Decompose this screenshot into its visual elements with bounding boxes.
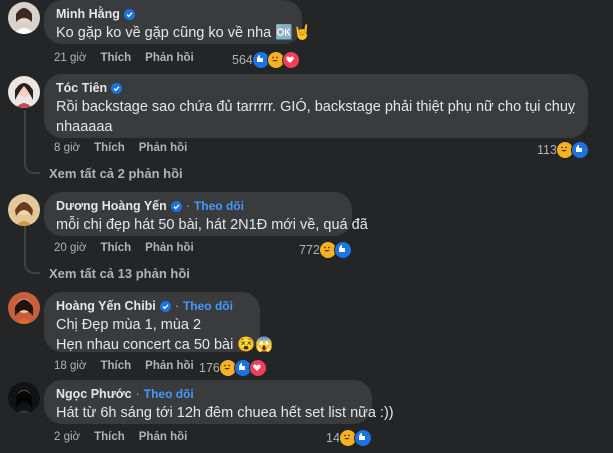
verified-icon — [111, 82, 123, 94]
comment-time[interactable]: 8 giờ — [54, 142, 80, 154]
comment-time[interactable]: 18 giờ — [54, 360, 86, 372]
comment-meta: 2 giờ Thích Phản hồi — [54, 431, 201, 443]
comment-text: Hát từ 6h sáng tới 12h đêm chuea hết set… — [56, 405, 394, 421]
reaction-summary[interactable]: 564 — [232, 51, 300, 69]
comment-author[interactable]: Minh Hằng — [56, 7, 120, 21]
reply-button[interactable]: Phản hồi — [145, 52, 194, 64]
reaction-count: 772 — [299, 243, 320, 257]
comment-meta: 18 giờ Thích Phản hồi — [54, 360, 208, 372]
avatar[interactable] — [8, 194, 40, 226]
avatar[interactable] — [8, 76, 40, 108]
like-button[interactable]: Thích — [100, 360, 131, 372]
reply-button[interactable]: Phản hồi — [139, 431, 188, 443]
comment-bubble: Ngọc Phước · Theo dõi Hát từ 6h sáng tới… — [44, 380, 394, 424]
like-button[interactable]: Thích — [94, 142, 125, 154]
separator-dot: · — [135, 387, 140, 401]
comment-meta: 20 giờ Thích Phản hồi — [54, 242, 208, 254]
avatar[interactable] — [8, 292, 40, 324]
comment-text: Chị Đẹp mùa 1, mùa 2 — [56, 317, 202, 333]
reaction-count: 564 — [232, 53, 253, 67]
love-icon — [248, 359, 267, 377]
reaction-summary[interactable]: 176 — [199, 359, 267, 377]
comment-time[interactable]: 21 giờ — [54, 52, 86, 64]
view-replies-link[interactable]: Xem tất cả 2 phản hồi — [49, 166, 183, 181]
comment-bubble: Minh Hằng Ko gặp ko về gặp cũng ko về nh… — [44, 0, 312, 44]
verified-icon — [159, 300, 171, 312]
thread-curve — [24, 250, 40, 274]
follow-button[interactable]: Theo dõi — [183, 299, 233, 313]
reaction-count: 14 — [326, 431, 340, 445]
comment-author[interactable]: Hoàng Yến Chibi — [56, 299, 156, 313]
comment-author[interactable]: Dương Hoàng Yến — [56, 199, 167, 213]
reaction-summary[interactable]: 113 — [537, 141, 589, 159]
comment-author[interactable]: Tóc Tiên — [56, 81, 107, 95]
like-button[interactable]: Thích — [100, 52, 131, 64]
reaction-summary[interactable]: 14 — [326, 429, 372, 447]
comment-text: Ko gặp ko về gặp cũng ko về nha 🆗🤘 — [56, 25, 312, 41]
like-button[interactable]: Thích — [94, 431, 125, 443]
verified-icon — [123, 8, 135, 20]
comment-time[interactable]: 20 giờ — [54, 242, 86, 254]
comment-bubble: Tóc Tiên Rồi backstage sao chứa đủ tarrr… — [44, 74, 588, 138]
like-icon — [570, 141, 589, 159]
follow-button[interactable]: Theo dõi — [144, 387, 194, 401]
comment-author[interactable]: Ngọc Phước — [56, 387, 132, 401]
separator-dot: · — [185, 199, 190, 213]
separator-dot: · — [174, 299, 179, 313]
comment-time[interactable]: 2 giờ — [54, 431, 80, 443]
comment-text: Rồi backstage sao chứa đủ tarrrrr. GIÓ, … — [56, 99, 576, 115]
reply-button[interactable]: Phản hồi — [145, 242, 194, 254]
like-icon — [333, 241, 352, 259]
comment-meta: 8 giờ Thích Phản hồi — [54, 142, 201, 154]
comment-text: nhaaaaa — [56, 119, 113, 135]
reply-button[interactable]: Phản hồi — [139, 142, 188, 154]
comment-meta: 21 giờ Thích Phản hồi — [54, 52, 208, 64]
verified-icon — [170, 200, 182, 212]
avatar[interactable] — [8, 382, 40, 414]
love-icon — [281, 51, 300, 69]
thread-curve — [24, 150, 40, 174]
avatar[interactable] — [8, 2, 40, 34]
reaction-summary[interactable]: 772 — [299, 241, 352, 259]
follow-button[interactable]: Theo dõi — [194, 199, 244, 213]
comment-bubble: Dương Hoàng Yến · Theo dõi mỗi chị đẹp h… — [44, 192, 368, 236]
view-replies-link[interactable]: Xem tất cả 13 phản hồi — [49, 266, 190, 281]
reaction-count: 176 — [199, 361, 220, 375]
comment-text: mỗi chị đẹp hát 50 bài, hát 2N1Đ mới về,… — [56, 217, 368, 233]
reaction-count: 113 — [537, 143, 557, 157]
comment-bubble: Hoàng Yến Chibi · Theo dõi Chị Đẹp mùa 1… — [44, 292, 274, 353]
reply-button[interactable]: Phản hồi — [145, 360, 194, 372]
like-button[interactable]: Thích — [100, 242, 131, 254]
comment-text: Hẹn nhau concert ca 50 bài 😵😱 — [56, 337, 274, 353]
like-icon — [353, 429, 372, 447]
